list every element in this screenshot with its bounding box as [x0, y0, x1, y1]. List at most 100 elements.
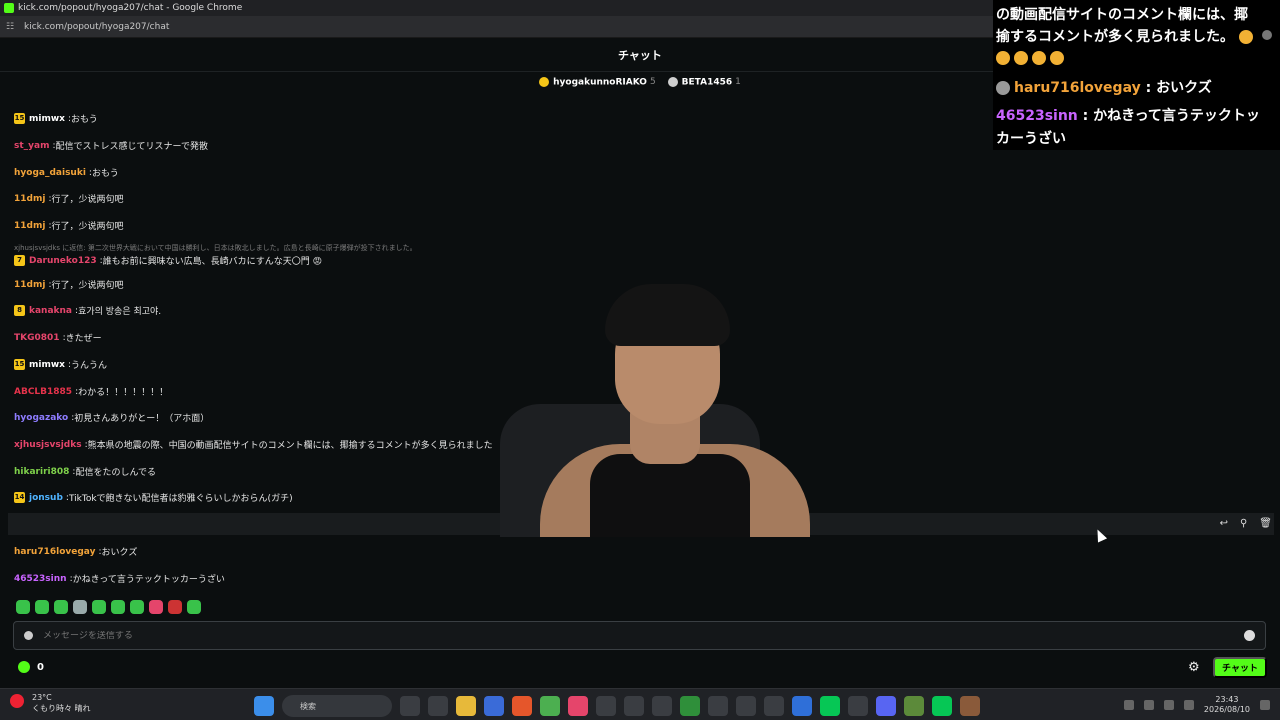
emote-icon[interactable] — [130, 600, 144, 614]
gifter-2[interactable]: BETA1456 1 — [667, 76, 741, 87]
chrome-icon[interactable] — [540, 696, 560, 716]
chat-message-text: きたぜー — [65, 334, 102, 344]
pin-icon[interactable]: ⚲ — [1240, 518, 1247, 529]
chat-username[interactable]: jonsub — [29, 493, 63, 503]
chat-username[interactable]: ABCLB1885 — [14, 387, 72, 397]
chat-message[interactable]: 14 jonsub: TikTokで飽きない配信者は豹雅ぐらいしかおらん(ガチ) — [14, 491, 293, 504]
chat-message[interactable]: ABCLB1885: わかる！！！！！！！ — [14, 385, 168, 399]
chat-message[interactable]: hikariri808: 配信をたのしんでる — [14, 465, 156, 479]
system-tray: 23:43 2026/08/10 — [1123, 695, 1270, 715]
chat-message[interactable]: 15 mimwx: うんうん — [14, 358, 107, 371]
start-icon[interactable] — [254, 696, 274, 716]
chat-username[interactable]: 11dmj — [14, 280, 45, 290]
laughing-emoji-icon — [1014, 51, 1028, 65]
volume-icon[interactable] — [1183, 700, 1194, 710]
taskbar-search[interactable]: 検索 — [282, 695, 392, 717]
chat-message[interactable]: TKG0801: きたぜー — [14, 331, 102, 345]
chat-username[interactable]: mimwx — [29, 360, 65, 370]
chat-username[interactable]: kanakna — [29, 306, 72, 316]
chat-message[interactable]: 7 Daruneko123: 誰もお前に興味ない広島、長崎バカにすんな天〇門 😡 — [14, 254, 322, 267]
delete-icon[interactable]: 🗑 — [1259, 518, 1272, 529]
subscriber-badge-icon: 15 — [14, 113, 25, 124]
chat-username[interactable]: haru716lovegay — [14, 547, 95, 557]
line-icon[interactable] — [820, 696, 840, 716]
explorer-icon[interactable] — [456, 696, 476, 716]
chevron-up-icon[interactable] — [1123, 700, 1134, 710]
task-view-icon[interactable] — [428, 696, 448, 716]
tiktok-icon[interactable] — [596, 696, 616, 716]
laughing-emoji-icon — [1050, 51, 1064, 65]
channel-points[interactable]: 0 — [18, 661, 44, 673]
clock[interactable]: 23:43 2026/08/10 — [1204, 695, 1250, 715]
emote-icon[interactable] — [35, 600, 49, 614]
emote-icon[interactable] — [54, 600, 68, 614]
chat-message[interactable]: xjhusjsvsjdks: 熊本県の地震の際、中国の動画配信サイトのコメント欄… — [14, 438, 493, 452]
chat-message[interactable]: 15 mimwx: おもう — [14, 112, 98, 125]
network-icon[interactable] — [1143, 700, 1154, 710]
chat-message[interactable]: hyogazako: 初見さんありがとー！（アホ面） — [14, 411, 209, 425]
chat-message-input[interactable] — [43, 630, 1223, 641]
app-icon[interactable] — [848, 696, 868, 716]
overlay-msg-1: haru716lovegay : おいクズ — [996, 77, 1212, 97]
line-icon[interactable] — [932, 696, 952, 716]
chat-username[interactable]: hikariri808 — [14, 467, 69, 477]
emote-icon[interactable] — [73, 600, 87, 614]
app-icon[interactable] — [792, 696, 812, 716]
chat-message[interactable]: 8 kanakna: 효가의 방송은 최고야. — [14, 304, 161, 317]
app-icon[interactable] — [764, 696, 784, 716]
chat-username[interactable]: st_yam — [14, 141, 49, 151]
chat-message[interactable]: 11dmj: 行了，少说两句吧 — [14, 219, 124, 233]
chat-message[interactable]: 11dmj: 行了，少说两句吧 — [14, 278, 124, 292]
chat-message[interactable]: haru716lovegay: おいクズ — [14, 545, 137, 559]
chat-message-text: 효가의 방송은 최고야. — [78, 307, 162, 317]
chat-username[interactable]: xjhusjsvsjdks — [14, 440, 82, 450]
emoji-picker-icon[interactable] — [1244, 630, 1255, 641]
chat-username[interactable]: TKG0801 — [14, 333, 60, 343]
app-icon[interactable] — [624, 696, 644, 716]
app-icon[interactable] — [960, 696, 980, 716]
overlay-settings-icon — [1262, 30, 1272, 40]
emote-icon[interactable] — [168, 600, 182, 614]
send-chat-button[interactable]: チャット — [1213, 657, 1267, 678]
mic-icon[interactable] — [1163, 700, 1174, 710]
app-icon[interactable] — [568, 696, 588, 716]
site-settings-icon[interactable]: ☷ — [6, 22, 16, 32]
app-icon[interactable] — [400, 696, 420, 716]
chat-username[interactable]: 46523sinn — [14, 574, 67, 584]
emote-icon[interactable] — [187, 600, 201, 614]
app-icon[interactable] — [736, 696, 756, 716]
app-icon[interactable] — [652, 696, 672, 716]
gifter-1[interactable]: hyogakunnoRIAKO 5 — [539, 76, 656, 87]
steam-icon[interactable] — [708, 696, 728, 716]
subscriber-badge-icon: 15 — [14, 359, 25, 370]
app-icon[interactable] — [484, 696, 504, 716]
emote-icon[interactable] — [111, 600, 125, 614]
stream-chat-overlay: の動画配信サイトのコメント欄には、揶 揄するコメントが多く見られました。 har… — [993, 0, 1280, 150]
weather-icon — [10, 694, 24, 708]
chat-username[interactable]: 11dmj — [14, 221, 45, 231]
chat-message-text: 配信でストレス感じてリスナーで発散 — [55, 142, 208, 152]
weather-widget[interactable]: 23°C くもり時々 晴れ — [10, 692, 91, 714]
app-icon[interactable] — [680, 696, 700, 716]
emote-icon[interactable] — [149, 600, 163, 614]
chat-username[interactable]: Daruneko123 — [29, 256, 97, 266]
chat-username[interactable]: 11dmj — [14, 194, 45, 204]
notification-icon[interactable] — [1260, 700, 1270, 710]
url-text[interactable]: kick.com/popout/hyoga207/chat — [24, 22, 169, 32]
chat-message[interactable]: hyoga_daisuki: おもう — [14, 166, 119, 180]
chat-message[interactable]: 11dmj: 行了，少说两句吧 — [14, 192, 124, 206]
discord-icon[interactable] — [876, 696, 896, 716]
emote-icon[interactable] — [16, 600, 30, 614]
chat-input-box[interactable] — [13, 621, 1266, 650]
chat-message[interactable]: st_yam: 配信でストレス感じてリスナーで発散 — [14, 139, 208, 153]
chat-settings-gear-icon[interactable]: ⚙ — [1188, 660, 1200, 675]
chat-username[interactable]: hyoga_daisuki — [14, 168, 86, 178]
chat-username[interactable]: hyogazako — [14, 413, 68, 423]
reply-icon[interactable]: ↩ — [1220, 518, 1228, 529]
windows-taskbar: 23°C くもり時々 晴れ 検索 23:43 2026/08/10 — [0, 688, 1280, 720]
brave-icon[interactable] — [512, 696, 532, 716]
emote-icon[interactable] — [92, 600, 106, 614]
chat-message[interactable]: 46523sinn: かねきって言うテックトッカーうざい — [14, 572, 225, 586]
minecraft-icon[interactable] — [904, 696, 924, 716]
chat-username[interactable]: mimwx — [29, 114, 65, 124]
